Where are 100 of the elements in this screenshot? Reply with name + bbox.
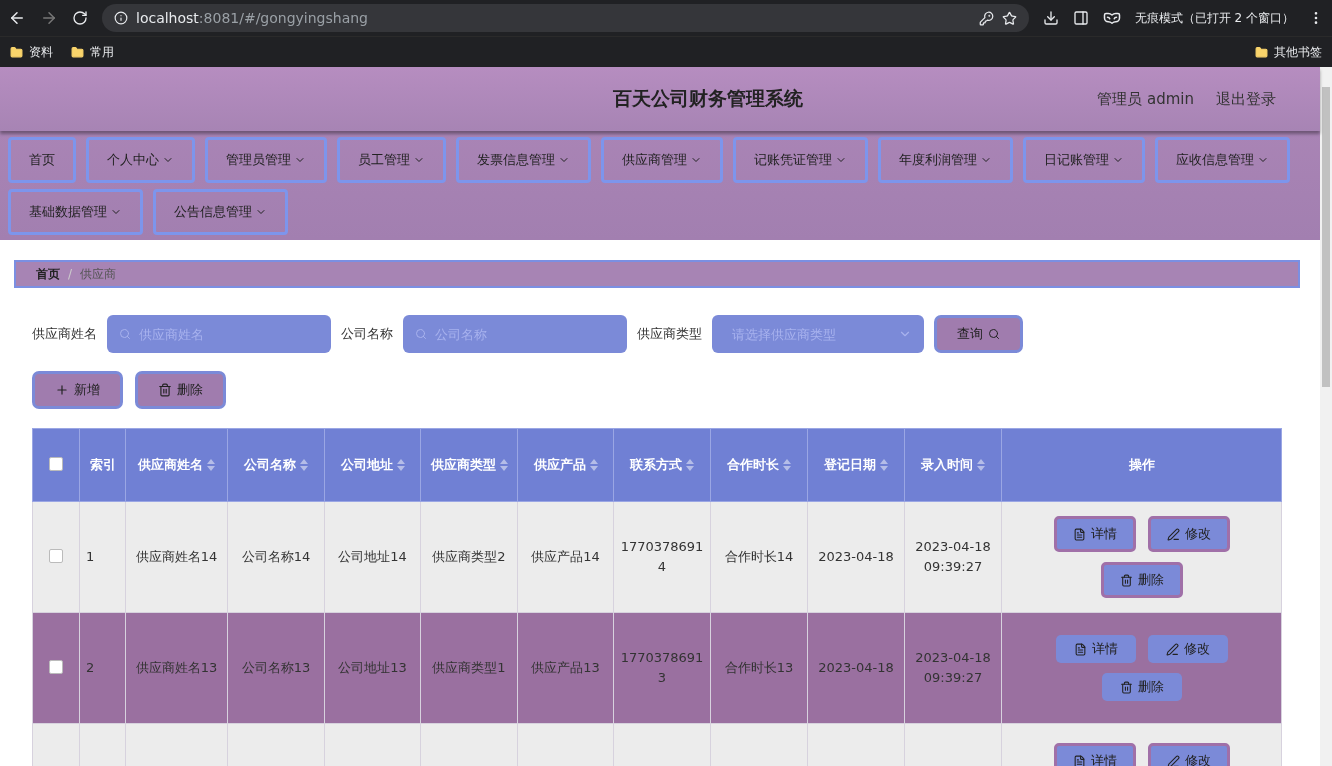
table-cell-text: 1	[86, 548, 95, 566]
folder-icon	[71, 45, 84, 59]
sort-icon[interactable]	[977, 459, 985, 471]
column-header: 操作	[1128, 456, 1155, 474]
filter-label: 公司名称	[341, 325, 393, 343]
checkbox[interactable]	[49, 456, 63, 471]
detail-button[interactable]: 详情	[1055, 635, 1136, 663]
column-header: 登记日期	[824, 456, 876, 474]
sort-icon[interactable]	[300, 459, 308, 471]
edit-button[interactable]: 修改	[1147, 635, 1228, 663]
nav-item[interactable]: 管理员管理	[205, 137, 327, 183]
table-cell-text: 公司地址14	[338, 548, 407, 566]
nav-item[interactable]: 供应商管理	[601, 137, 723, 183]
nav-item[interactable]: 个人中心	[86, 137, 195, 183]
table-cell-text: 供应商类型1	[432, 659, 506, 677]
nav-item[interactable]: 员工管理	[337, 137, 446, 183]
filter-label: 供应商姓名	[32, 325, 97, 343]
sort-icon[interactable]	[499, 459, 508, 471]
delete-button[interactable]: 删除	[135, 371, 226, 409]
table-cell-text: 17703786914	[620, 538, 704, 576]
document-icon	[1072, 527, 1086, 541]
back-icon[interactable]	[8, 9, 26, 27]
table-cell-text: 供应产品14	[531, 548, 600, 566]
sort-icon[interactable]	[686, 459, 694, 471]
breadcrumb-separator: /	[68, 267, 73, 281]
key-icon[interactable]	[978, 10, 994, 26]
search-icon	[415, 328, 427, 340]
sidebar-icon[interactable]	[1072, 10, 1089, 26]
add-button[interactable]: 新增	[32, 371, 123, 409]
detail-button[interactable]: 详情	[1053, 516, 1136, 552]
folder-icon	[1255, 45, 1268, 59]
breadcrumb-current: 供应商	[80, 265, 117, 283]
nav-item[interactable]: 记账凭证管理	[733, 137, 868, 183]
address-bar[interactable]: localhost:8081/#/gongyingshang	[102, 4, 1029, 32]
info-icon[interactable]	[114, 11, 128, 25]
column-header: 公司名称	[244, 456, 296, 474]
table-cell-text: 供应商姓名14	[135, 548, 218, 566]
nav-item[interactable]: 发票信息管理	[456, 137, 591, 183]
table-cell-text: 供应商类型2	[432, 548, 506, 566]
url-host: localhost	[136, 10, 199, 26]
forward-icon[interactable]	[40, 9, 58, 27]
sort-icon[interactable]	[589, 459, 598, 471]
nav-item[interactable]: 日记账管理	[1023, 137, 1145, 183]
table-cell-text: 2023-04-18	[818, 548, 894, 566]
trash-icon	[1119, 573, 1133, 587]
app-title: 百天公司财务管理系统	[611, 86, 804, 111]
incognito-label: 无痕模式（已打开 2 个窗口）	[1134, 9, 1294, 27]
delete-button[interactable]: 删除	[1101, 673, 1182, 701]
nav-item[interactable]: 公告信息管理	[153, 189, 288, 235]
download-icon[interactable]	[1042, 10, 1059, 26]
table-cell-text: 2	[86, 659, 95, 677]
trash-icon	[158, 383, 172, 397]
bookmark[interactable]: 资料	[29, 43, 53, 61]
checkbox[interactable]	[49, 548, 63, 563]
column-header: 联系方式	[630, 456, 682, 474]
nav-item[interactable]: 年度利润管理	[878, 137, 1013, 183]
table-cell-text: 17703786913	[620, 649, 704, 687]
nav-item[interactable]: 首页	[8, 137, 76, 183]
column-header: 供应产品	[533, 456, 586, 474]
reload-icon[interactable]	[72, 10, 88, 26]
table-cell-text: 公司名称14	[241, 548, 311, 566]
table-cell-text: 2023-04-18 09:39:27	[914, 649, 992, 687]
table-cell-text: 公司地址13	[338, 659, 407, 677]
sort-icon[interactable]	[396, 459, 405, 471]
scrollbar[interactable]	[1320, 67, 1332, 766]
table-cell-text: 公司名称13	[241, 659, 311, 677]
search-button[interactable]: 查询	[934, 315, 1023, 353]
sort-icon[interactable]	[783, 459, 791, 471]
document-icon	[1073, 642, 1087, 656]
sort-icon[interactable]	[207, 459, 215, 471]
column-header: 索引	[89, 456, 116, 474]
user-label: 管理员 admin	[1097, 89, 1194, 109]
column-header: 公司地址	[340, 456, 393, 474]
delete-button[interactable]: 删除	[1100, 562, 1183, 598]
bookmark[interactable]: 其他书签	[1274, 43, 1322, 61]
search-icon	[988, 328, 1000, 340]
pen-icon	[1166, 527, 1180, 541]
edit-button[interactable]: 修改	[1147, 516, 1230, 552]
url-path: :8081/#/gongyingshang	[198, 10, 368, 26]
nav-item[interactable]: 应收信息管理	[1155, 137, 1290, 183]
column-header: 合作时长	[727, 456, 779, 474]
trash-icon	[1119, 680, 1133, 694]
checkbox[interactable]	[49, 659, 63, 674]
star-icon[interactable]	[1001, 10, 1017, 26]
column-header: 录入时间	[921, 456, 973, 474]
sort-icon[interactable]	[880, 459, 888, 471]
logout-link[interactable]: 退出登录	[1216, 89, 1276, 109]
filter-label: 供应商类型	[637, 325, 702, 343]
table-cell-text: 合作时长14	[724, 548, 794, 566]
breadcrumb-link[interactable]: 首页	[36, 265, 60, 283]
search-icon	[119, 328, 131, 340]
column-header: 供应商姓名	[138, 456, 203, 474]
folder-icon	[10, 45, 23, 59]
pen-icon	[1165, 642, 1179, 656]
nav-item[interactable]: 基础数据管理	[8, 189, 143, 235]
table-cell-text: 合作时长13	[724, 659, 794, 677]
table-cell-text: 2023-04-18 09:39:27	[914, 538, 992, 576]
detail-button[interactable]: 详情	[1053, 743, 1136, 766]
table-cell-text: 2023-04-18	[818, 659, 894, 677]
bookmark[interactable]: 常用	[90, 43, 114, 61]
